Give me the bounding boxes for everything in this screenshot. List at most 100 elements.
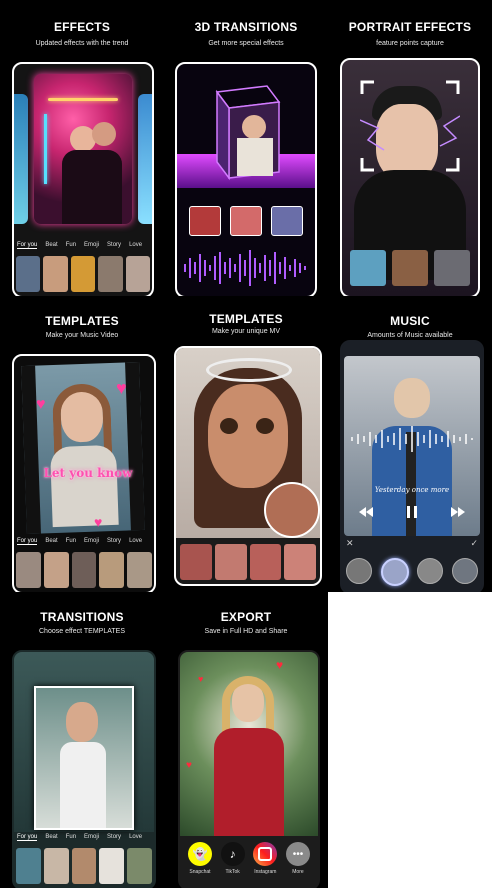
portrait-thumb[interactable] [350, 250, 386, 286]
template-thumb[interactable] [70, 256, 96, 292]
share-more[interactable]: ••• More [282, 842, 314, 886]
overlay-text: Let you know [43, 466, 133, 480]
template-thumb[interactable] [43, 848, 69, 884]
style-thumb[interactable] [180, 544, 212, 580]
clip-thumb[interactable] [230, 206, 262, 236]
tab-story[interactable]: Story [107, 242, 121, 248]
portrait-thumbnails [350, 250, 470, 286]
effect-preview-image[interactable] [34, 74, 132, 224]
heart-sticker-icon: ♥ [94, 514, 103, 530]
tab-fun[interactable]: Fun [66, 242, 76, 248]
template-thumb[interactable] [125, 256, 151, 292]
template-thumb[interactable] [127, 552, 152, 588]
phone-mockup [340, 58, 480, 296]
style-thumb[interactable] [214, 544, 247, 580]
export-preview[interactable]: ♥ ♥ ♥ [180, 652, 318, 836]
phone-mockup: For you Beat Fun Emoji Story Love [12, 650, 156, 888]
tab-fun[interactable]: Fun [66, 538, 76, 544]
clip-thumb[interactable] [189, 206, 221, 236]
phone-mockup [174, 346, 322, 586]
share-label: Snapchat [189, 869, 211, 875]
template-thumb[interactable] [16, 256, 41, 292]
panel-subtitle: Updated effects with the trend [35, 40, 129, 47]
panel-portrait-effects: PORTRAIT EFFECTS feature points capture [328, 0, 492, 296]
music-discs [346, 558, 478, 586]
panel-title: TRANSITIONS [40, 610, 124, 624]
tab-story[interactable]: Story [107, 834, 121, 840]
check-icon[interactable]: ✓ [470, 538, 478, 549]
close-icon[interactable]: ✕ [346, 538, 354, 549]
share-snapchat[interactable]: 👻 Snapchat [184, 842, 216, 886]
share-instagram[interactable]: Instagram [249, 842, 281, 886]
style-thumb[interactable] [284, 544, 316, 580]
next-icon[interactable] [451, 507, 465, 517]
template-thumb[interactable] [71, 848, 97, 884]
panel-templates-unique-mv: TEMPLATES Make your unique MV [164, 296, 328, 592]
template-thumb[interactable] [43, 552, 69, 588]
category-tabs: For you Beat Fun Emoji Story Love [14, 240, 152, 250]
template-thumb[interactable] [43, 256, 68, 292]
tab-love[interactable]: Love [129, 538, 142, 544]
template-thumb[interactable] [16, 848, 41, 884]
tab-love[interactable]: Love [129, 242, 142, 248]
share-label: TikTok [225, 869, 240, 875]
panel-title: TEMPLATES [45, 314, 119, 328]
tab-emoji[interactable]: Emoji [84, 242, 99, 248]
phone-mockup: Yesterday once more ✕ ✓ [340, 340, 484, 592]
panel-subtitle: Amounts of Music available [367, 332, 453, 339]
portrait-thumb[interactable] [434, 250, 470, 286]
share-label: Instagram [254, 869, 277, 875]
panel-title: MUSIC [390, 314, 430, 328]
tiktok-icon: ♪ [220, 842, 245, 866]
music-disc[interactable] [346, 558, 372, 584]
panel-title: EFFECTS [53, 20, 111, 34]
panel-subtitle: Choose effect TEMPLATES [39, 628, 125, 635]
music-disc-selected[interactable] [380, 558, 409, 586]
panel-effects: EFFECTS Updated effects with the trend F… [0, 0, 164, 296]
tab-love[interactable]: Love [129, 834, 142, 840]
heart-sticker-icon: ♥ [116, 378, 127, 398]
tab-story[interactable]: Story [107, 538, 121, 544]
template-thumb[interactable] [71, 552, 97, 588]
tab-for-you[interactable]: For you [17, 834, 38, 841]
share-label: More [292, 869, 304, 875]
template-thumbnails [16, 256, 151, 292]
template-thumb[interactable] [127, 848, 152, 884]
portrait-thumb[interactable] [392, 250, 428, 286]
tab-beat[interactable]: Beat [45, 538, 57, 544]
more-icon: ••• [285, 842, 310, 866]
transition-preview[interactable] [14, 652, 154, 832]
music-disc[interactable] [451, 558, 478, 584]
panel-title: EXPORT [220, 610, 272, 624]
tab-beat[interactable]: Beat [45, 242, 57, 248]
panel-export: EXPORT Save in Full HD and Share ♥ ♥ ♥ 👻… [164, 592, 328, 888]
snapchat-icon: 👻 [188, 842, 212, 866]
template-thumb[interactable] [99, 552, 125, 588]
previous-icon[interactable] [359, 507, 373, 517]
template-thumb[interactable] [98, 256, 123, 292]
panel-transitions: TRANSITIONS Choose effect TEMPLATES For … [0, 592, 164, 888]
template-thumbnails [16, 848, 152, 884]
category-tabs: For you Beat Fun Emoji Story Love [14, 832, 154, 842]
original-photo-avatar [264, 482, 320, 538]
panel-title: TEMPLATES [209, 312, 283, 326]
tab-emoji[interactable]: Emoji [84, 834, 99, 840]
tab-beat[interactable]: Beat [45, 834, 57, 840]
music-disc[interactable] [417, 558, 444, 584]
clip-thumbnails [189, 206, 303, 236]
transition-cube[interactable] [199, 72, 295, 184]
template-thumb[interactable] [99, 848, 125, 884]
share-tiktok[interactable]: ♪ TikTok [217, 842, 249, 886]
panel-subtitle: Make your Music Video [45, 332, 119, 339]
tab-fun[interactable]: Fun [66, 834, 76, 840]
tab-for-you[interactable]: For you [17, 242, 38, 249]
music-waveform [351, 426, 473, 452]
clip-thumb[interactable] [271, 206, 303, 236]
tab-for-you[interactable]: For you [17, 538, 38, 545]
pause-icon[interactable] [407, 506, 417, 518]
template-thumb[interactable] [16, 552, 41, 588]
panel-subtitle: Save in Full HD and Share [204, 628, 288, 635]
tab-emoji[interactable]: Emoji [84, 538, 99, 544]
style-thumb[interactable] [249, 544, 282, 580]
face-tracking-frame [360, 80, 460, 172]
